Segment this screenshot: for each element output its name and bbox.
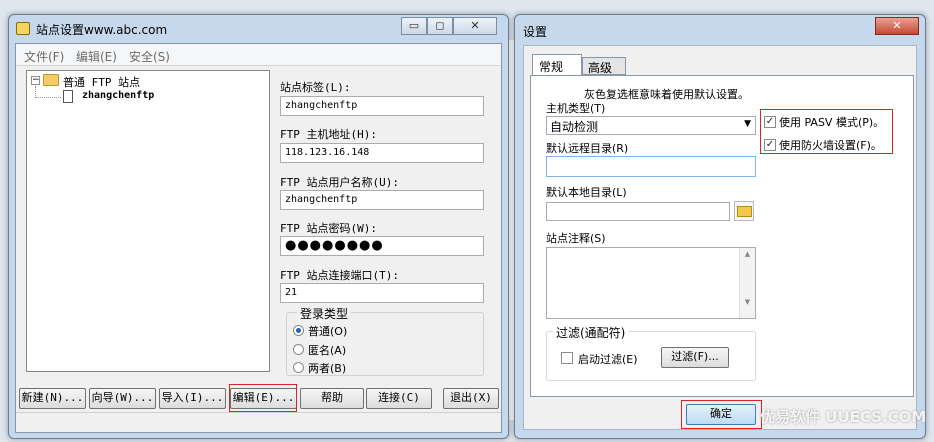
site-tree[interactable]: − 普通 FTP 站点 zhangchenftp — [26, 70, 270, 372]
menu-security[interactable]: 安全(S) — [129, 48, 170, 65]
menu-file[interactable]: 文件(F) — [24, 48, 64, 65]
port-label: FTP 站点连接端口(T): — [280, 269, 399, 282]
password-input[interactable]: ●●●●●●●● — [280, 236, 484, 256]
tree-line-h — [35, 97, 61, 98]
pasv-checkbox[interactable]: ✓ — [764, 116, 776, 128]
host-type-select[interactable]: 自动检测 ▼ — [546, 116, 756, 135]
help-button[interactable]: 帮助 — [300, 388, 364, 409]
remote-dir-label: 默认远程目录(R) — [546, 142, 629, 155]
watermark: 优易软件 UUECS.COM — [760, 408, 927, 426]
settings-close-button[interactable]: ✕ — [875, 17, 919, 35]
enable-filter-label[interactable]: 启动过滤(E) — [578, 351, 638, 367]
login-both-label[interactable]: 两者(B) — [308, 360, 346, 376]
notes-label: 站点注释(S) — [546, 232, 606, 245]
minimize-button[interactable]: ▭ — [401, 17, 427, 35]
ok-highlight-box — [681, 400, 762, 429]
password-label: FTP 站点密码(W): — [280, 222, 377, 235]
site-manager-client: 文件(F) 编辑(E) 安全(S) − 普通 FTP 站点 zhangchenf… — [15, 43, 502, 433]
site-label-label: 站点标签(L): — [280, 81, 351, 94]
tree-item-zhangchenftp[interactable]: zhangchenftp — [82, 90, 154, 101]
tree-root-label[interactable]: 普通 FTP 站点 — [63, 74, 140, 90]
edit-highlight-box — [229, 384, 297, 412]
chevron-down-icon: ▼ — [744, 119, 751, 129]
settings-client: 常规 高级 灰色复选框意味着使用默认设置。 主机类型(T) 自动检测 ▼ 默认远… — [523, 45, 917, 430]
maximize-button[interactable]: ◻ — [427, 17, 453, 35]
connect-button[interactable]: 连接(C) — [366, 388, 432, 409]
menu-bar: 文件(F) 编辑(E) 安全(S) — [16, 44, 501, 66]
filter-group: 过滤(通配符) 启动过滤(E) 过滤(F)... — [546, 324, 756, 381]
remote-dir-input[interactable] — [546, 156, 756, 177]
new-button[interactable]: 新建(N)... — [19, 388, 86, 409]
login-type-group: 登录类型 普通(O) 匿名(A) 两者(B) — [286, 305, 484, 376]
close-button[interactable]: ✕ — [453, 17, 497, 35]
site-label-input[interactable]: zhangchenftp — [280, 96, 484, 116]
app-icon — [16, 22, 30, 35]
folder-icon — [43, 74, 59, 86]
exit-button[interactable]: 退出(X) — [443, 388, 499, 409]
host-type-label: 主机类型(T) — [546, 102, 606, 115]
login-both-radio[interactable] — [293, 362, 304, 373]
browse-folder-icon[interactable] — [734, 201, 754, 221]
local-dir-input[interactable] — [546, 202, 730, 221]
port-input[interactable]: 21 — [280, 283, 484, 303]
import-button[interactable]: 导入(I)... — [159, 388, 226, 409]
host-type-value: 自动检测 — [550, 120, 599, 134]
host-address-label: FTP 主机地址(H): — [280, 128, 377, 141]
window-title: 站点设置www.abc.com — [36, 23, 168, 37]
firewall-checkbox[interactable]: ✓ — [764, 139, 776, 151]
file-icon — [63, 90, 73, 103]
settings-window: 设置 ✕ 常规 高级 灰色复选框意味着使用默认设置。 主机类型(T) 自动检测 … — [514, 14, 926, 439]
settings-title: 设置 — [523, 25, 548, 39]
login-type-caption: 登录类型 — [297, 305, 352, 322]
login-normal-radio[interactable] — [293, 325, 304, 336]
username-label: FTP 站点用户名称(U): — [280, 176, 399, 189]
menu-edit[interactable]: 编辑(E) — [76, 48, 117, 65]
tab-general[interactable]: 常规 — [532, 54, 582, 76]
login-anonymous-label[interactable]: 匿名(A) — [308, 342, 346, 358]
site-settings-window: 站点设置www.abc.com ▭ ◻ ✕ 文件(F) 编辑(E) 安全(S) … — [8, 14, 509, 439]
login-anonymous-radio[interactable] — [293, 344, 304, 355]
filter-button[interactable]: 过滤(F)... — [661, 347, 729, 368]
login-normal-label[interactable]: 普通(O) — [308, 323, 347, 339]
notes-textarea[interactable]: ▲ ▼ — [546, 247, 756, 319]
tab-advanced[interactable]: 高级 — [582, 57, 626, 75]
filter-caption: 过滤(通配符) — [553, 324, 629, 341]
scrollbar[interactable]: ▲ ▼ — [739, 248, 755, 318]
enable-filter-checkbox[interactable] — [561, 352, 573, 364]
collapse-icon[interactable]: − — [31, 76, 40, 85]
default-note: 灰色复选框意味着使用默认设置。 — [584, 88, 749, 101]
firewall-label[interactable]: 使用防火墙设置(F)。 — [779, 137, 882, 153]
pasv-label[interactable]: 使用 PASV 模式(P)。 — [779, 114, 884, 130]
wizard-button[interactable]: 向导(W)... — [89, 388, 156, 409]
status-bar — [16, 412, 501, 432]
local-dir-label: 默认本地目录(L) — [546, 186, 627, 199]
host-address-input[interactable]: 118.123.16.148 — [280, 143, 484, 163]
username-input[interactable]: zhangchenftp — [280, 190, 484, 210]
